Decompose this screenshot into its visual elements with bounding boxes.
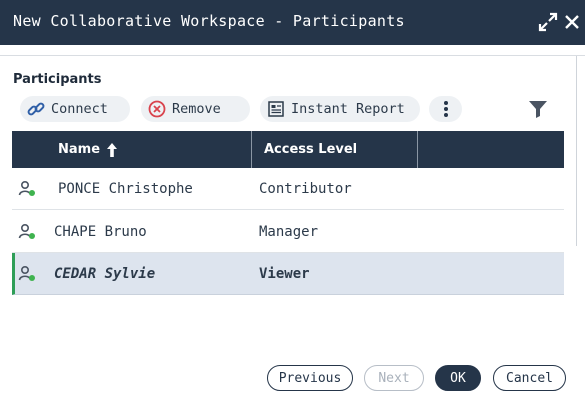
table-row[interactable]: PONCE Christophe Contributor [12, 168, 564, 210]
participant-name: PONCE Christophe [58, 180, 193, 197]
remove-button[interactable]: Remove [141, 96, 250, 122]
participant-access-level: Viewer [259, 265, 310, 282]
link-icon [26, 99, 46, 119]
more-options-button[interactable] [429, 96, 462, 122]
column-header-name-label: Name [58, 142, 101, 157]
expand-icon[interactable] [537, 11, 559, 33]
close-icon[interactable] [561, 11, 583, 33]
ok-button[interactable]: OK [435, 365, 481, 391]
remove-label: Remove [172, 101, 221, 117]
participant-name: CHAPE Bruno [54, 223, 147, 240]
user-status-icon [18, 180, 36, 198]
window-title: New Collaborative Workspace - Participan… [13, 12, 405, 30]
column-header-access-level[interactable]: Access Level [251, 131, 417, 168]
next-button[interactable]: Next [364, 365, 424, 391]
participant-name: CEDAR Sylvie [54, 265, 156, 282]
connect-label: Connect [51, 101, 108, 117]
instant-report-button[interactable]: Instant Report [260, 96, 420, 122]
previous-button[interactable]: Previous [267, 365, 353, 391]
user-status-icon [18, 223, 36, 241]
table-row-selected[interactable]: CEDAR Sylvie Viewer [12, 253, 564, 295]
section-title: Participants [13, 72, 102, 87]
connect-button[interactable]: Connect [20, 96, 130, 122]
filter-icon[interactable] [527, 99, 549, 119]
title-bar: New Collaborative Workspace - Participan… [0, 0, 585, 45]
remove-icon [147, 99, 167, 119]
column-header-access-label: Access Level [264, 142, 358, 157]
table-row[interactable]: CHAPE Bruno Manager [12, 211, 564, 253]
report-icon [266, 99, 286, 119]
vertical-ellipsis-icon [443, 101, 448, 117]
column-header-blank [417, 131, 564, 168]
cancel-button[interactable]: Cancel [493, 365, 566, 391]
user-status-icon [18, 265, 36, 283]
participant-access-level: Manager [259, 223, 319, 240]
table-header: Name Access Level [12, 131, 564, 168]
instant-report-label: Instant Report [291, 101, 405, 117]
participant-access-level: Contributor [259, 180, 352, 197]
column-header-name[interactable]: Name [12, 131, 251, 168]
scrollbar[interactable] [576, 56, 577, 246]
arrow-up-icon [106, 142, 118, 158]
header-divider [0, 55, 585, 56]
